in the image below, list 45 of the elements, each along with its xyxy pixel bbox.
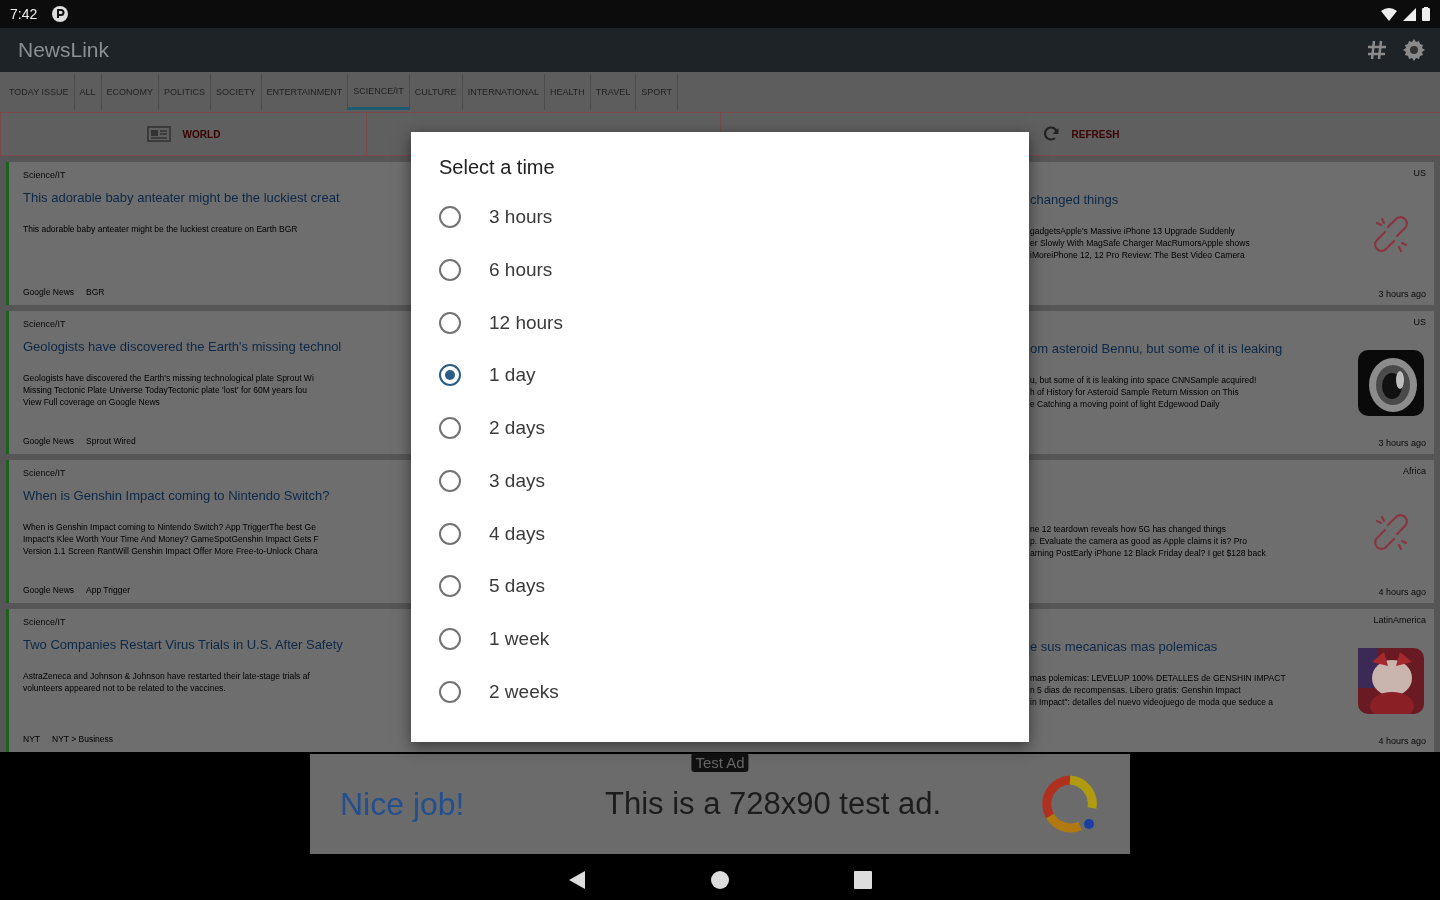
article-snippet: gadgetsApple's Massive iPhone 13 Upgrade Suddenly [1030,226,1236,236]
article-snippet: e Catching a moving point of light Edgewood Daily [1030,399,1221,409]
article-snippet: mas polemicas: LEVELUP 100% DETALLES de GENSHIN IMPACT [1030,673,1287,683]
article-time: 4 hours ago [1378,587,1426,597]
article-snippet: in Impact": detalles del nuevo videojuego de moda que seduce a [1030,697,1275,707]
article-source: BGR [86,287,105,297]
article-source: NYT > Business [52,734,114,744]
article-region: US [1413,317,1426,327]
article-source: NYT [23,734,40,744]
ad-badge: Test Ad [691,753,749,772]
article-category: Science/IT [23,617,67,627]
article-snippet: View Full coverage on Google News [23,397,161,407]
article-category: Science/IT [23,170,67,180]
article-source: Google News [23,287,75,297]
article-snippet: n 5 dias de recompensas. Libero gratis: Genshin Impact [1030,685,1242,695]
article-snippet: iMoreiPhone 12, 12 Pro Review: The Best Video Camera [1030,250,1246,260]
article-region: US [1413,168,1426,178]
article-snippet: volunteers appeared not to be related to the vaccines. [23,683,227,693]
article-region: LatinAmerica [1373,615,1426,625]
dialog-title: Select a time [439,156,556,179]
article-snippet: u, but some of it is leaking into space CNNSample acquired! [1030,375,1258,385]
article-snippet: AstraZeneca and Johnson & Johnson have restarted their late-stage trials af [23,671,311,681]
article-source: Google News [23,585,75,595]
article-source: Google News [23,436,75,446]
article-region: Africa [1403,466,1426,476]
article-source: Sprout Wired [86,436,136,446]
article-snippet: Missing Tectonic Plate Universe TodayTectonic plate 'lost' for 60M years fou [23,385,309,395]
app-title: NewsLink [18,38,110,62]
article-snippet: h of History for Asteroid Sample Return Mission on This [1030,387,1240,397]
article-snippet: Impact's Klee Worth Your Time And Money? GameSpotGenshin Impact Gets F [23,534,320,544]
article-snippet: This adorable baby anteater might be the luckiest creature on Earth BGR [23,224,299,234]
article-category: Science/IT [23,319,67,329]
article-snippet: Geologists have discovered the Earth's missing technological plate Sprout Wi [23,373,315,383]
article-time: 3 hours ago [1378,438,1426,448]
article-snippet: er Slowly With MagSafe Charger MacRumorsApple shows [1030,238,1251,248]
article-source: App Trigger [86,585,130,595]
status-time: 7:42 [10,6,38,22]
article-time: 4 hours ago [1378,736,1426,746]
article-snippet: When is Genshin Impact coming to Nintendo Switch? App TriggerThe best Ge [23,522,317,532]
article-snippet: ne 12 teardown reveals how 5G has changed things [1030,524,1228,534]
article-snippet: p. Evaluate the camera as good as Apple claims it is? Pro [1030,536,1248,546]
article-snippet: Version 1.1 Screen RantWill Genshin Impact Offer More Free-to-Unlock Chara [23,546,319,556]
article-category: Science/IT [23,468,67,478]
ad-text: This is a 728x90 test ad. [605,786,943,822]
article-time: 3 hours ago [1378,289,1426,299]
